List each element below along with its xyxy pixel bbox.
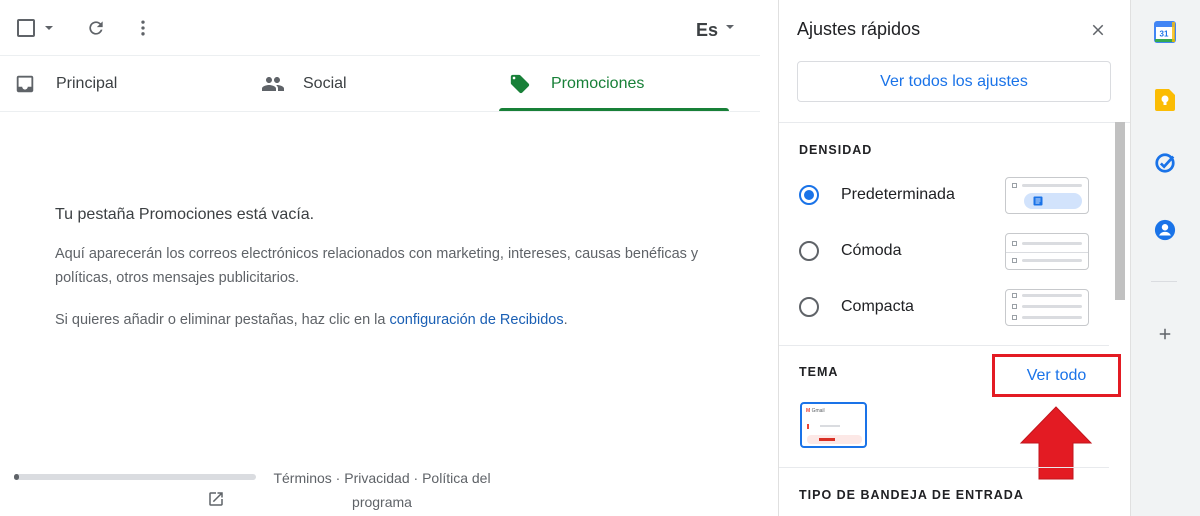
inbox-icon xyxy=(16,75,34,93)
thumb-compose xyxy=(807,424,814,429)
preview-checkbox xyxy=(1012,315,1017,320)
preview-line xyxy=(1022,242,1082,245)
tag-icon xyxy=(510,74,530,94)
divider xyxy=(779,345,1109,346)
density-default-preview xyxy=(1005,177,1089,214)
empty-state-hint: Si quieres añadir o eliminar pestañas, h… xyxy=(55,308,745,332)
calendar-icon: 31 xyxy=(1154,21,1176,43)
thumb-gmail-logo: M xyxy=(806,408,811,414)
density-compact-preview xyxy=(1005,289,1089,326)
radio-unselected-icon xyxy=(799,297,819,317)
more-vert-icon xyxy=(141,20,145,36)
inbox-type-heading: TIPO DE BANDEJA DE ENTRADA xyxy=(799,488,1024,502)
density-label: Predeterminada xyxy=(841,186,955,203)
get-addons-button[interactable] xyxy=(1152,321,1178,347)
thumb-brand-label: Gmail xyxy=(811,408,825,414)
preview-checkbox xyxy=(1012,258,1017,263)
select-dropdown-button[interactable] xyxy=(42,20,56,36)
caret-down-icon xyxy=(726,25,735,29)
tab-label: Social xyxy=(303,75,347,92)
tab-label: Promociones xyxy=(551,75,645,92)
rail-divider xyxy=(1151,281,1177,282)
quick-settings-scrollbar[interactable] xyxy=(1115,122,1125,300)
active-tab-indicator xyxy=(499,108,729,111)
manage-storage-button[interactable] xyxy=(207,490,225,513)
density-label: Compacta xyxy=(841,298,914,315)
preview-line xyxy=(1022,184,1082,187)
density-label: Cómoda xyxy=(841,242,902,259)
empty-state: Tu pestaña Promociones está vacía. Aquí … xyxy=(55,206,745,350)
contacts-app-button[interactable] xyxy=(1152,217,1178,243)
thumb-row xyxy=(807,435,862,444)
tab-principal[interactable]: Principal xyxy=(14,56,244,112)
radio-unselected-icon xyxy=(799,241,819,261)
calendar-day-text: 31 xyxy=(1160,30,1169,39)
refresh-button[interactable] xyxy=(84,16,108,40)
see-all-settings-button[interactable]: Ver todos los ajustes xyxy=(797,61,1111,102)
hint-suffix: . xyxy=(563,312,568,328)
tab-social[interactable]: Social xyxy=(261,56,491,112)
keep-icon xyxy=(1155,89,1175,111)
keep-app-button[interactable] xyxy=(1152,87,1178,113)
preview-attachment-chip xyxy=(1024,193,1082,209)
input-language-button[interactable]: Es xyxy=(692,18,738,42)
select-all-checkbox[interactable] xyxy=(14,16,38,40)
density-comfortable-preview xyxy=(1005,233,1089,270)
preview-checkbox xyxy=(1012,304,1017,309)
divider xyxy=(779,467,1109,468)
terms-link[interactable]: Términos xyxy=(273,470,331,486)
empty-state-title: Tu pestaña Promociones está vacía. xyxy=(55,206,315,223)
tasks-icon xyxy=(1155,153,1175,173)
preview-line xyxy=(1022,259,1082,262)
add-icon xyxy=(1159,328,1171,340)
calendar-app-button[interactable]: 31 xyxy=(1152,19,1178,45)
theme-default-thumbnail[interactable]: M Gmail xyxy=(800,402,867,448)
hint-text: Si quieres añadir o eliminar pestañas, h… xyxy=(55,312,390,328)
tab-label: Principal xyxy=(56,75,118,92)
close-icon xyxy=(1092,24,1104,36)
empty-state-description: Aquí aparecerán los correos electrónicos… xyxy=(55,246,699,286)
preview-checkbox xyxy=(1012,241,1017,246)
footer-links: Términos · Privacidad · Política del pro… xyxy=(262,466,502,514)
thumb-brand: M Gmail xyxy=(806,408,825,414)
close-quick-settings-button[interactable] xyxy=(1089,21,1107,44)
see-all-themes-link[interactable]: Ver todo xyxy=(992,354,1121,397)
preview-checkbox xyxy=(1012,293,1017,298)
preview-line xyxy=(1022,305,1082,308)
language-label: Es xyxy=(695,19,719,40)
checkbox-icon xyxy=(17,19,35,37)
mail-toolbar: Es xyxy=(0,0,760,56)
open-in-new-icon xyxy=(209,492,223,506)
people-icon xyxy=(262,77,284,91)
contacts-icon xyxy=(1154,219,1176,241)
footer-separator: · xyxy=(331,470,345,486)
radio-selected-icon xyxy=(799,185,819,205)
divider xyxy=(779,122,1131,123)
red-arrow-up-annotation xyxy=(1019,406,1093,480)
side-rail: 31 xyxy=(1130,0,1200,516)
footer-separator: · xyxy=(409,470,423,486)
thumb-line xyxy=(819,438,835,441)
privacy-link[interactable]: Privacidad xyxy=(344,470,409,486)
preview-line xyxy=(1022,316,1082,319)
document-icon xyxy=(1033,196,1043,206)
preview-checkbox xyxy=(1012,183,1017,188)
storage-usage-bar xyxy=(14,474,256,480)
caret-down-icon xyxy=(45,26,53,30)
preview-line xyxy=(1022,294,1082,297)
inbox-settings-link[interactable]: configuración de Recibidos xyxy=(389,312,563,328)
quick-settings-title: Ajustes rápidos xyxy=(797,19,921,39)
density-heading: DENSIDAD xyxy=(799,143,873,157)
preview-divider xyxy=(1006,252,1088,253)
quick-settings-panel: Ajustes rápidos Ver todos los ajustes DE… xyxy=(778,0,1131,516)
tab-promociones[interactable]: Promociones xyxy=(509,56,729,112)
refresh-icon xyxy=(89,21,103,35)
theme-heading: TEMA xyxy=(799,365,839,379)
storage-usage-fill xyxy=(14,474,19,480)
mail-main-pane: Es Principal Social Promociones Tu pesta… xyxy=(0,0,778,516)
more-options-button[interactable] xyxy=(131,16,155,40)
category-tabs: Principal Social Promociones xyxy=(0,56,760,112)
thumb-line xyxy=(820,425,840,427)
tasks-app-button[interactable] xyxy=(1152,150,1178,176)
